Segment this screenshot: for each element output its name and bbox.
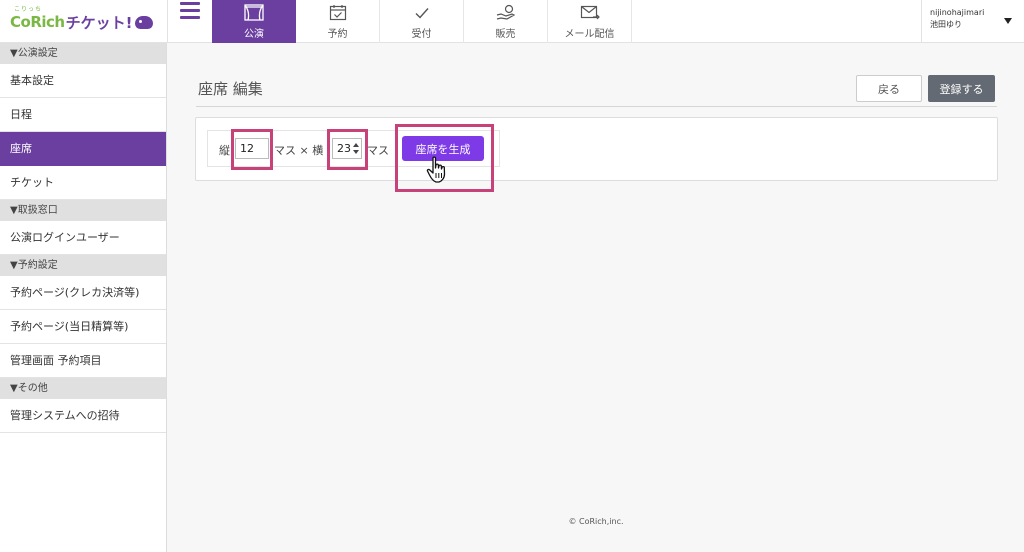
- tab-mail-delivery-label: メール配信: [564, 28, 615, 40]
- sidebar-item-basic-settings[interactable]: 基本設定: [0, 64, 166, 98]
- sidebar-item-reservation-page-card[interactable]: 予約ページ(クレカ決済等): [0, 276, 166, 310]
- calendar-check-icon: [327, 4, 349, 22]
- tab-sales[interactable]: 販売: [464, 0, 548, 43]
- sidebar-section-performance-settings: ▼公演設定: [0, 43, 166, 64]
- logo-ticket-text: チケット!: [65, 13, 133, 32]
- main-content: 座席 編集 戻る 登録する 縦 12 マス × 横 23 マス 座席を生成 © …: [168, 44, 1024, 552]
- corich-ticket-logo[interactable]: こりっち CoRich チケット!: [10, 6, 154, 34]
- theater-curtain-icon: [243, 4, 265, 22]
- tab-reservation-label: 予約: [327, 28, 348, 40]
- page-title: 座席 編集: [198, 80, 263, 98]
- copyright-footer: © CoRich,inc.: [568, 517, 624, 526]
- seat-grid-form: 縦 12 マス × 横 23 マス 座席を生成: [207, 130, 500, 167]
- hand-coin-icon: [495, 4, 517, 22]
- tab-mail-delivery[interactable]: メール配信: [548, 0, 632, 43]
- rows-input[interactable]: 12: [235, 138, 269, 159]
- mail-send-icon: [579, 4, 601, 22]
- logo-ruby-text: こりっち: [14, 6, 43, 13]
- header-divider: [167, 0, 168, 43]
- tab-sales-label: 販売: [495, 28, 516, 40]
- columns-input[interactable]: 23: [332, 138, 362, 159]
- sidebar-item-reservation-page-same-day[interactable]: 予約ページ(当日精算等): [0, 310, 166, 344]
- tab-performance-label: 公演: [244, 28, 264, 40]
- sidebar-item-invite-admin[interactable]: 管理システムへの招待: [0, 399, 166, 433]
- hamburger-menu-icon[interactable]: [180, 2, 200, 19]
- sidebar-item-seats[interactable]: 座席: [0, 132, 166, 166]
- logo-corich-text: CoRich: [10, 13, 65, 31]
- hand-pointer-cursor-icon: [426, 156, 452, 186]
- rows-label: 縦: [219, 144, 230, 157]
- sidebar: ▼公演設定 基本設定 日程 座席 チケット ▼取扱窓口 公演ログインユーザー ▼…: [0, 43, 167, 552]
- tab-performance[interactable]: 公演: [212, 0, 296, 43]
- stepper-arrows-icon[interactable]: [352, 141, 360, 156]
- tab-reservation[interactable]: 予約: [296, 0, 380, 43]
- sidebar-item-admin-reservation-fields[interactable]: 管理画面 予約項目: [0, 344, 166, 378]
- top-header: こりっち CoRich チケット! 公演 予約 受付 販売 メール配信 niji…: [0, 0, 1024, 43]
- unit-label: マス: [367, 144, 389, 157]
- columns-value: 23: [337, 142, 351, 155]
- checkmark-icon: [411, 4, 433, 22]
- sidebar-item-schedule[interactable]: 日程: [0, 98, 166, 132]
- sidebar-item-tickets[interactable]: チケット: [0, 166, 166, 200]
- tab-reception-label: 受付: [411, 28, 432, 40]
- sidebar-section-reservation-settings: ▼予約設定: [0, 255, 166, 276]
- user-menu[interactable]: nijinohajimari 池田ゆり: [921, 0, 1024, 43]
- register-button[interactable]: 登録する: [928, 75, 995, 102]
- tab-reception[interactable]: 受付: [380, 0, 464, 43]
- main-nav-tabs: 公演 予約 受付 販売 メール配信: [212, 0, 632, 43]
- seat-generator-panel: 縦 12 マス × 横 23 マス 座席を生成: [195, 117, 998, 181]
- caret-down-icon: [1004, 18, 1012, 24]
- sidebar-section-other: ▼その他: [0, 378, 166, 399]
- columns-label: マス × 横: [274, 144, 324, 157]
- back-button[interactable]: 戻る: [856, 75, 922, 102]
- user-id: nijinohajimari: [930, 8, 985, 17]
- title-divider: [196, 106, 997, 107]
- sidebar-item-login-users[interactable]: 公演ログインユーザー: [0, 221, 166, 255]
- bird-mascot-icon: [135, 15, 154, 29]
- sidebar-section-sales-windows: ▼取扱窓口: [0, 200, 166, 221]
